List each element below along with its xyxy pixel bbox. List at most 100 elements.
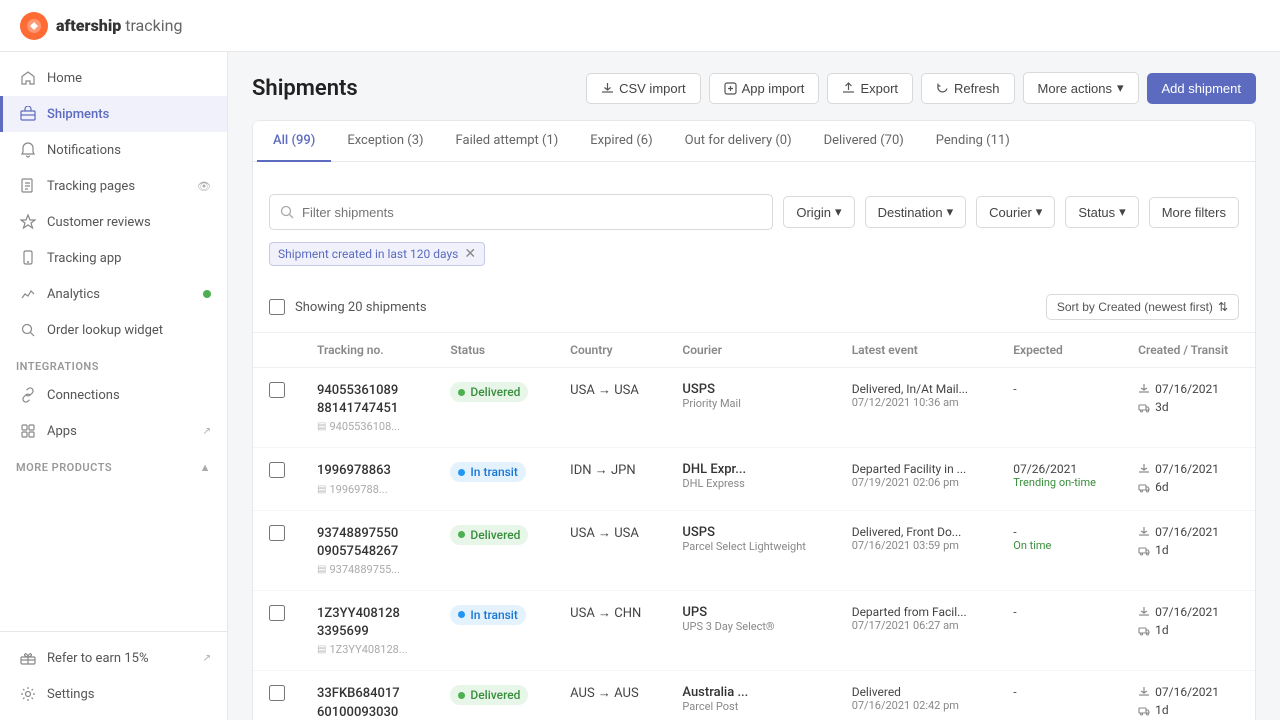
tab-exception[interactable]: Exception (3) <box>331 121 439 162</box>
row-checkbox-cell <box>253 510 301 590</box>
expected-cell: - On time <box>997 510 1122 590</box>
sidebar-item-refer[interactable]: Refer to earn 15% ↗ <box>0 640 227 676</box>
th-created: Created / Transit <box>1122 333 1255 368</box>
latest-event-cell: Delivered, Front Do... 07/16/2021 03:59 … <box>836 510 998 590</box>
tracking-number-sub: ▤9374889755... <box>317 563 418 576</box>
country-cell: USA → USA <box>554 510 666 590</box>
integrations-section: INTEGRATIONS <box>0 348 227 377</box>
app-import-icon <box>724 82 737 95</box>
truck-icon <box>1138 704 1150 716</box>
status-dot <box>458 611 465 618</box>
shipments-table: Tracking no. Status Country Courier Late… <box>253 333 1255 720</box>
sidebar-item-customer-reviews[interactable]: Customer reviews <box>0 204 227 240</box>
latest-event-text: Departed Facility in ... <box>852 462 982 476</box>
tab-pending[interactable]: Pending (11) <box>920 121 1026 162</box>
sidebar-item-apps[interactable]: Apps ↗ <box>0 413 227 449</box>
tab-delivered[interactable]: Delivered (70) <box>808 121 920 162</box>
sidebar-item-shipments[interactable]: Shipments <box>0 96 227 132</box>
tracking-no-cell: 33FKB684017 60100093030 <box>301 671 434 720</box>
expected-date: - <box>1013 605 1106 619</box>
truck-icon <box>1138 481 1150 493</box>
transit-info: 3d <box>1138 400 1239 414</box>
sort-button[interactable]: Sort by Created (newest first) ⇅ <box>1046 294 1239 320</box>
sidebar-item-tracking-app[interactable]: Tracking app <box>0 240 227 276</box>
card-icon: ▤ <box>317 484 326 495</box>
transit-info: 1d <box>1138 623 1239 637</box>
tab-all[interactable]: All (99) <box>257 121 331 162</box>
row-checkbox[interactable] <box>269 605 285 621</box>
created-cell: 07/16/2021 1d <box>1122 590 1255 670</box>
tab-out-for-delivery[interactable]: Out for delivery (0) <box>669 121 808 162</box>
sidebar-item-notifications-label: Notifications <box>47 143 121 158</box>
table-meta: Showing 20 shipments Sort by Created (ne… <box>253 282 1255 333</box>
country-text: USA → CHN <box>570 606 641 621</box>
collapse-icon[interactable]: ▲ <box>200 461 211 474</box>
app-import-button[interactable]: App import <box>709 73 820 104</box>
csv-import-button[interactable]: CSV import <box>586 73 700 104</box>
add-shipment-button[interactable]: Add shipment <box>1147 73 1257 104</box>
expected-date: - <box>1013 685 1106 699</box>
row-checkbox[interactable] <box>269 462 285 478</box>
row-checkbox-cell <box>253 671 301 720</box>
created-cell: 07/16/2021 6d <box>1122 448 1255 510</box>
refresh-button[interactable]: Refresh <box>921 73 1015 104</box>
export-button[interactable]: Export <box>827 73 913 104</box>
sidebar-item-analytics[interactable]: Analytics <box>0 276 227 312</box>
status-badge: Delivered <box>450 685 528 705</box>
sidebar-bottom: Refer to earn 15% ↗ Settings <box>0 631 227 720</box>
created-info: 07/16/2021 1d <box>1138 685 1239 717</box>
row-checkbox[interactable] <box>269 382 285 398</box>
search-input[interactable] <box>302 205 762 220</box>
country-text: IDN → JPN <box>570 463 635 478</box>
sidebar-item-shipments-label: Shipments <box>47 107 109 122</box>
th-country: Country <box>554 333 666 368</box>
tracking-no-cell: 1Z3YY408128 3395699 ▤1Z3YY408128... <box>301 590 434 670</box>
sidebar-item-connections[interactable]: Connections <box>0 377 227 413</box>
status-dot <box>458 692 465 699</box>
tracking-number-primary: 33FKB684017 <box>317 685 418 703</box>
row-checkbox[interactable] <box>269 685 285 701</box>
sidebar-item-home[interactable]: Home <box>0 60 227 96</box>
courier-cell: USPS Priority Mail <box>666 368 835 448</box>
origin-chevron-icon: ▾ <box>835 204 842 220</box>
courier-sub: UPS 3 Day Select® <box>682 620 819 633</box>
latest-event-time: 07/12/2021 10:36 am <box>852 396 982 409</box>
tab-failed[interactable]: Failed attempt (1) <box>440 121 575 162</box>
destination-filter[interactable]: Destination ▾ <box>865 196 967 228</box>
chart-icon <box>19 285 37 303</box>
page-title: Shipments <box>252 76 358 101</box>
courier-cell: USPS Parcel Select Lightweight <box>666 510 835 590</box>
origin-filter[interactable]: Origin ▾ <box>783 196 854 228</box>
tracking-number-secondary: 3395699 <box>317 623 418 641</box>
filter-close-button[interactable]: ✕ <box>464 246 476 262</box>
phone-icon <box>19 249 37 267</box>
status-filter[interactable]: Status ▾ <box>1065 196 1138 228</box>
sidebar-item-order-lookup[interactable]: Order lookup widget <box>0 312 227 348</box>
tab-expired[interactable]: Expired (6) <box>574 121 668 162</box>
table-row: 94055361089 88141747451 ▤9405536108... D… <box>253 368 1255 448</box>
more-filters-button[interactable]: More filters <box>1149 197 1239 228</box>
row-checkbox-cell <box>253 368 301 448</box>
sidebar-item-settings-label: Settings <box>47 687 94 702</box>
table-meta-left: Showing 20 shipments <box>269 299 427 315</box>
courier-name: USPS <box>682 382 819 397</box>
status-badge: In transit <box>450 462 525 482</box>
search-input-wrap[interactable] <box>269 194 773 230</box>
filter-bar: Origin ▾ Destination ▾ Courier ▾ Status … <box>253 178 1255 282</box>
select-all-checkbox[interactable] <box>269 299 285 315</box>
sidebar-item-tracking-pages[interactable]: Tracking pages 👁 <box>0 168 227 204</box>
courier-filter[interactable]: Courier ▾ <box>976 196 1055 228</box>
logo[interactable]: aftership tracking <box>20 12 182 40</box>
th-latest-event: Latest event <box>836 333 998 368</box>
more-actions-button[interactable]: More actions ▾ <box>1023 72 1139 104</box>
country-cell: USA → USA <box>554 368 666 448</box>
row-checkbox[interactable] <box>269 525 285 541</box>
sidebar-item-notifications[interactable]: Notifications <box>0 132 227 168</box>
created-info: 07/16/2021 3d <box>1138 382 1239 414</box>
expected-date: - <box>1013 382 1106 396</box>
status-badge: Delivered <box>450 525 528 545</box>
star-icon <box>19 213 37 231</box>
expected-cell: - <box>997 590 1122 670</box>
tracking-number-primary: 1Z3YY408128 <box>317 605 418 623</box>
sidebar-item-settings[interactable]: Settings <box>0 676 227 712</box>
